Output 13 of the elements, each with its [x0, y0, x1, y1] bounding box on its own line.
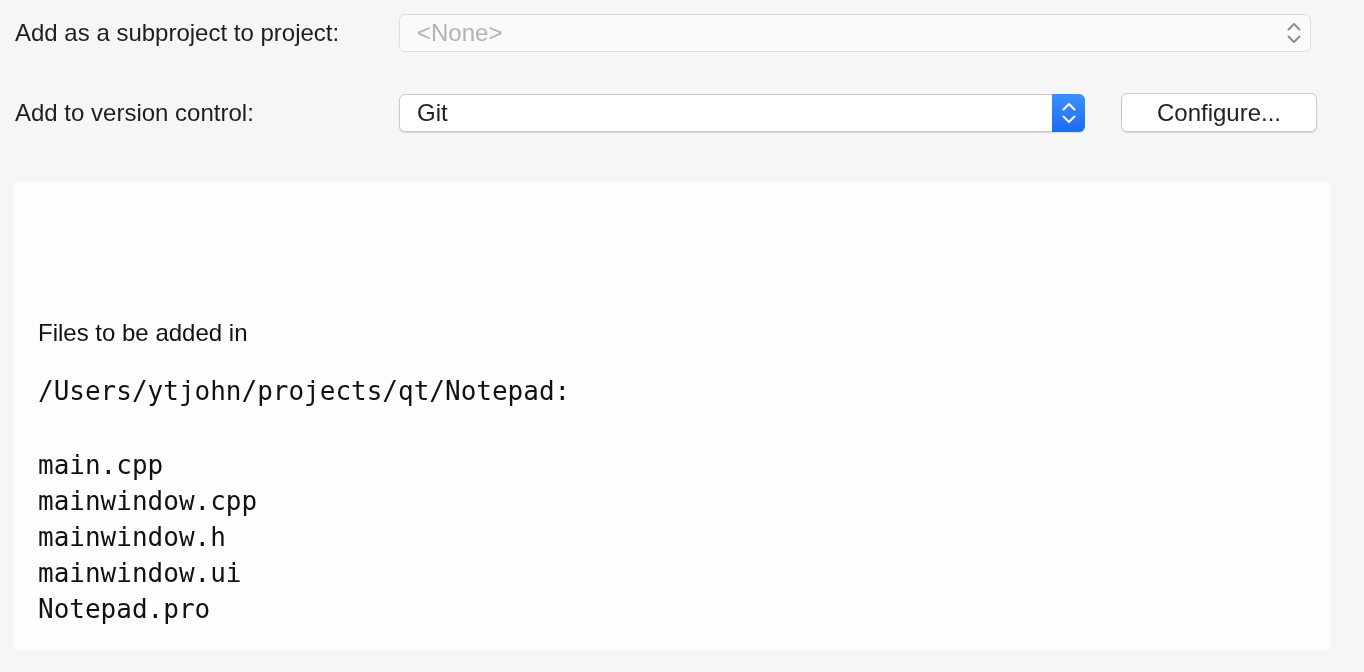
chevron-up-down-icon [1052, 93, 1085, 132]
file-name: Notepad.pro [38, 593, 211, 626]
file-name: mainwindow.h [38, 521, 226, 554]
configure-button[interactable]: Configure... [1121, 93, 1317, 132]
folder-path: /Users/ytjohn/projects/qt/Notepad: [38, 375, 571, 408]
chevron-up-down-icon [1287, 20, 1301, 45]
dropdown[interactable]: Git [399, 93, 1085, 132]
file-name: mainwindow.ui [38, 557, 242, 590]
field-label: Add to version control: [15, 97, 255, 128]
field-label: Add as a subproject to project: [15, 17, 341, 48]
file-name: main.cpp [38, 449, 164, 482]
file-name: mainwindow.cpp [38, 485, 258, 518]
summary-heading: Files to be added in [38, 319, 248, 347]
